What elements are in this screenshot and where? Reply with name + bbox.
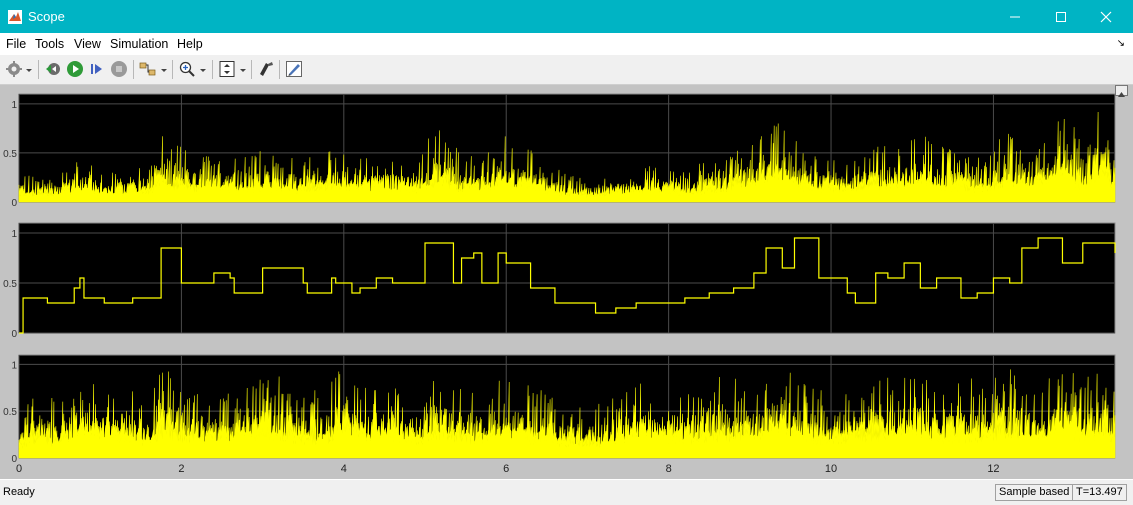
dropdown-arrow-icon[interactable] [25, 60, 33, 78]
dock-arrow-icon[interactable]: ↘ [1117, 38, 1125, 49]
maximize-icon [1056, 11, 1066, 22]
step-back-icon[interactable] [44, 60, 62, 78]
toolbar-separator [212, 60, 213, 79]
highlight-simulink-block-icon[interactable] [139, 60, 157, 78]
menu-help[interactable]: Help [177, 37, 203, 51]
window-title: Scope [28, 9, 65, 24]
edit-icon[interactable] [285, 60, 303, 78]
y-tick-label: 1 [11, 229, 17, 240]
dropdown-arrow-icon[interactable] [239, 60, 247, 78]
toolbar [0, 55, 1133, 85]
y-tick-label: 0.5 [3, 407, 17, 418]
toolbar-separator [133, 60, 134, 79]
matlab-logo-icon [8, 10, 22, 24]
y-tick-label: 0.5 [3, 149, 17, 160]
x-tick-label: 12 [987, 463, 999, 475]
scope-axes-2: 00.51 [3, 222, 1116, 340]
x-tick-label: 4 [341, 463, 347, 475]
close-icon [1100, 11, 1112, 22]
sample-mode-indicator: Sample based [995, 484, 1074, 501]
menu-file[interactable]: File [6, 37, 26, 51]
y-tick-label: 1 [11, 360, 17, 371]
y-tick-label: 0 [11, 329, 17, 340]
scope-plots: 00.5100.5100.510 2 4 6 8 10 12 [3, 93, 1116, 475]
close-button[interactable] [1083, 0, 1129, 33]
x-tick-label: 10 [825, 463, 837, 475]
minimize-icon [1010, 16, 1020, 17]
scope-axes-3: 00.510 2 4 6 8 10 12 [3, 354, 1116, 475]
run-icon[interactable] [66, 60, 84, 78]
maximize-button[interactable] [1038, 0, 1084, 33]
settings-gear-icon[interactable] [5, 60, 23, 78]
zoom-in-icon[interactable] [178, 60, 196, 78]
menu-view[interactable]: View [74, 37, 101, 51]
stop-icon[interactable] [110, 60, 128, 78]
y-tick-label: 0 [11, 198, 17, 209]
step-forward-icon[interactable] [88, 60, 106, 78]
scope-axes-1: 00.51 [3, 93, 1116, 209]
scale-axes-icon[interactable] [218, 60, 236, 78]
restore-axes-button[interactable] [1115, 85, 1128, 97]
status-text: Ready [3, 486, 35, 498]
x-tick-label: 8 [666, 463, 672, 475]
x-tick-label: 0 [16, 463, 22, 475]
toolbar-separator [251, 60, 252, 79]
menu-tools[interactable]: Tools [35, 37, 64, 51]
status-bar: Ready Sample based T=13.497 [0, 480, 1133, 505]
toolbar-separator [172, 60, 173, 79]
x-tick-label: 6 [503, 463, 509, 475]
dropdown-arrow-icon[interactable] [160, 60, 168, 78]
simulation-time: T=13.497 [1072, 484, 1127, 501]
restore-icon [1118, 92, 1125, 97]
y-tick-label: 1 [11, 100, 17, 111]
menu-simulation[interactable]: Simulation [110, 37, 168, 51]
y-tick-label: 0.5 [3, 279, 17, 290]
minimize-button[interactable] [992, 0, 1038, 33]
dropdown-arrow-icon[interactable] [199, 60, 207, 78]
menu-bar: File Tools View Simulation Help ↘ [0, 33, 1133, 55]
toolbar-separator [38, 60, 39, 79]
toolbar-separator [279, 60, 280, 79]
title-bar: Scope [0, 0, 1133, 33]
style-icon[interactable] [257, 60, 275, 78]
x-tick-label: 2 [178, 463, 184, 475]
